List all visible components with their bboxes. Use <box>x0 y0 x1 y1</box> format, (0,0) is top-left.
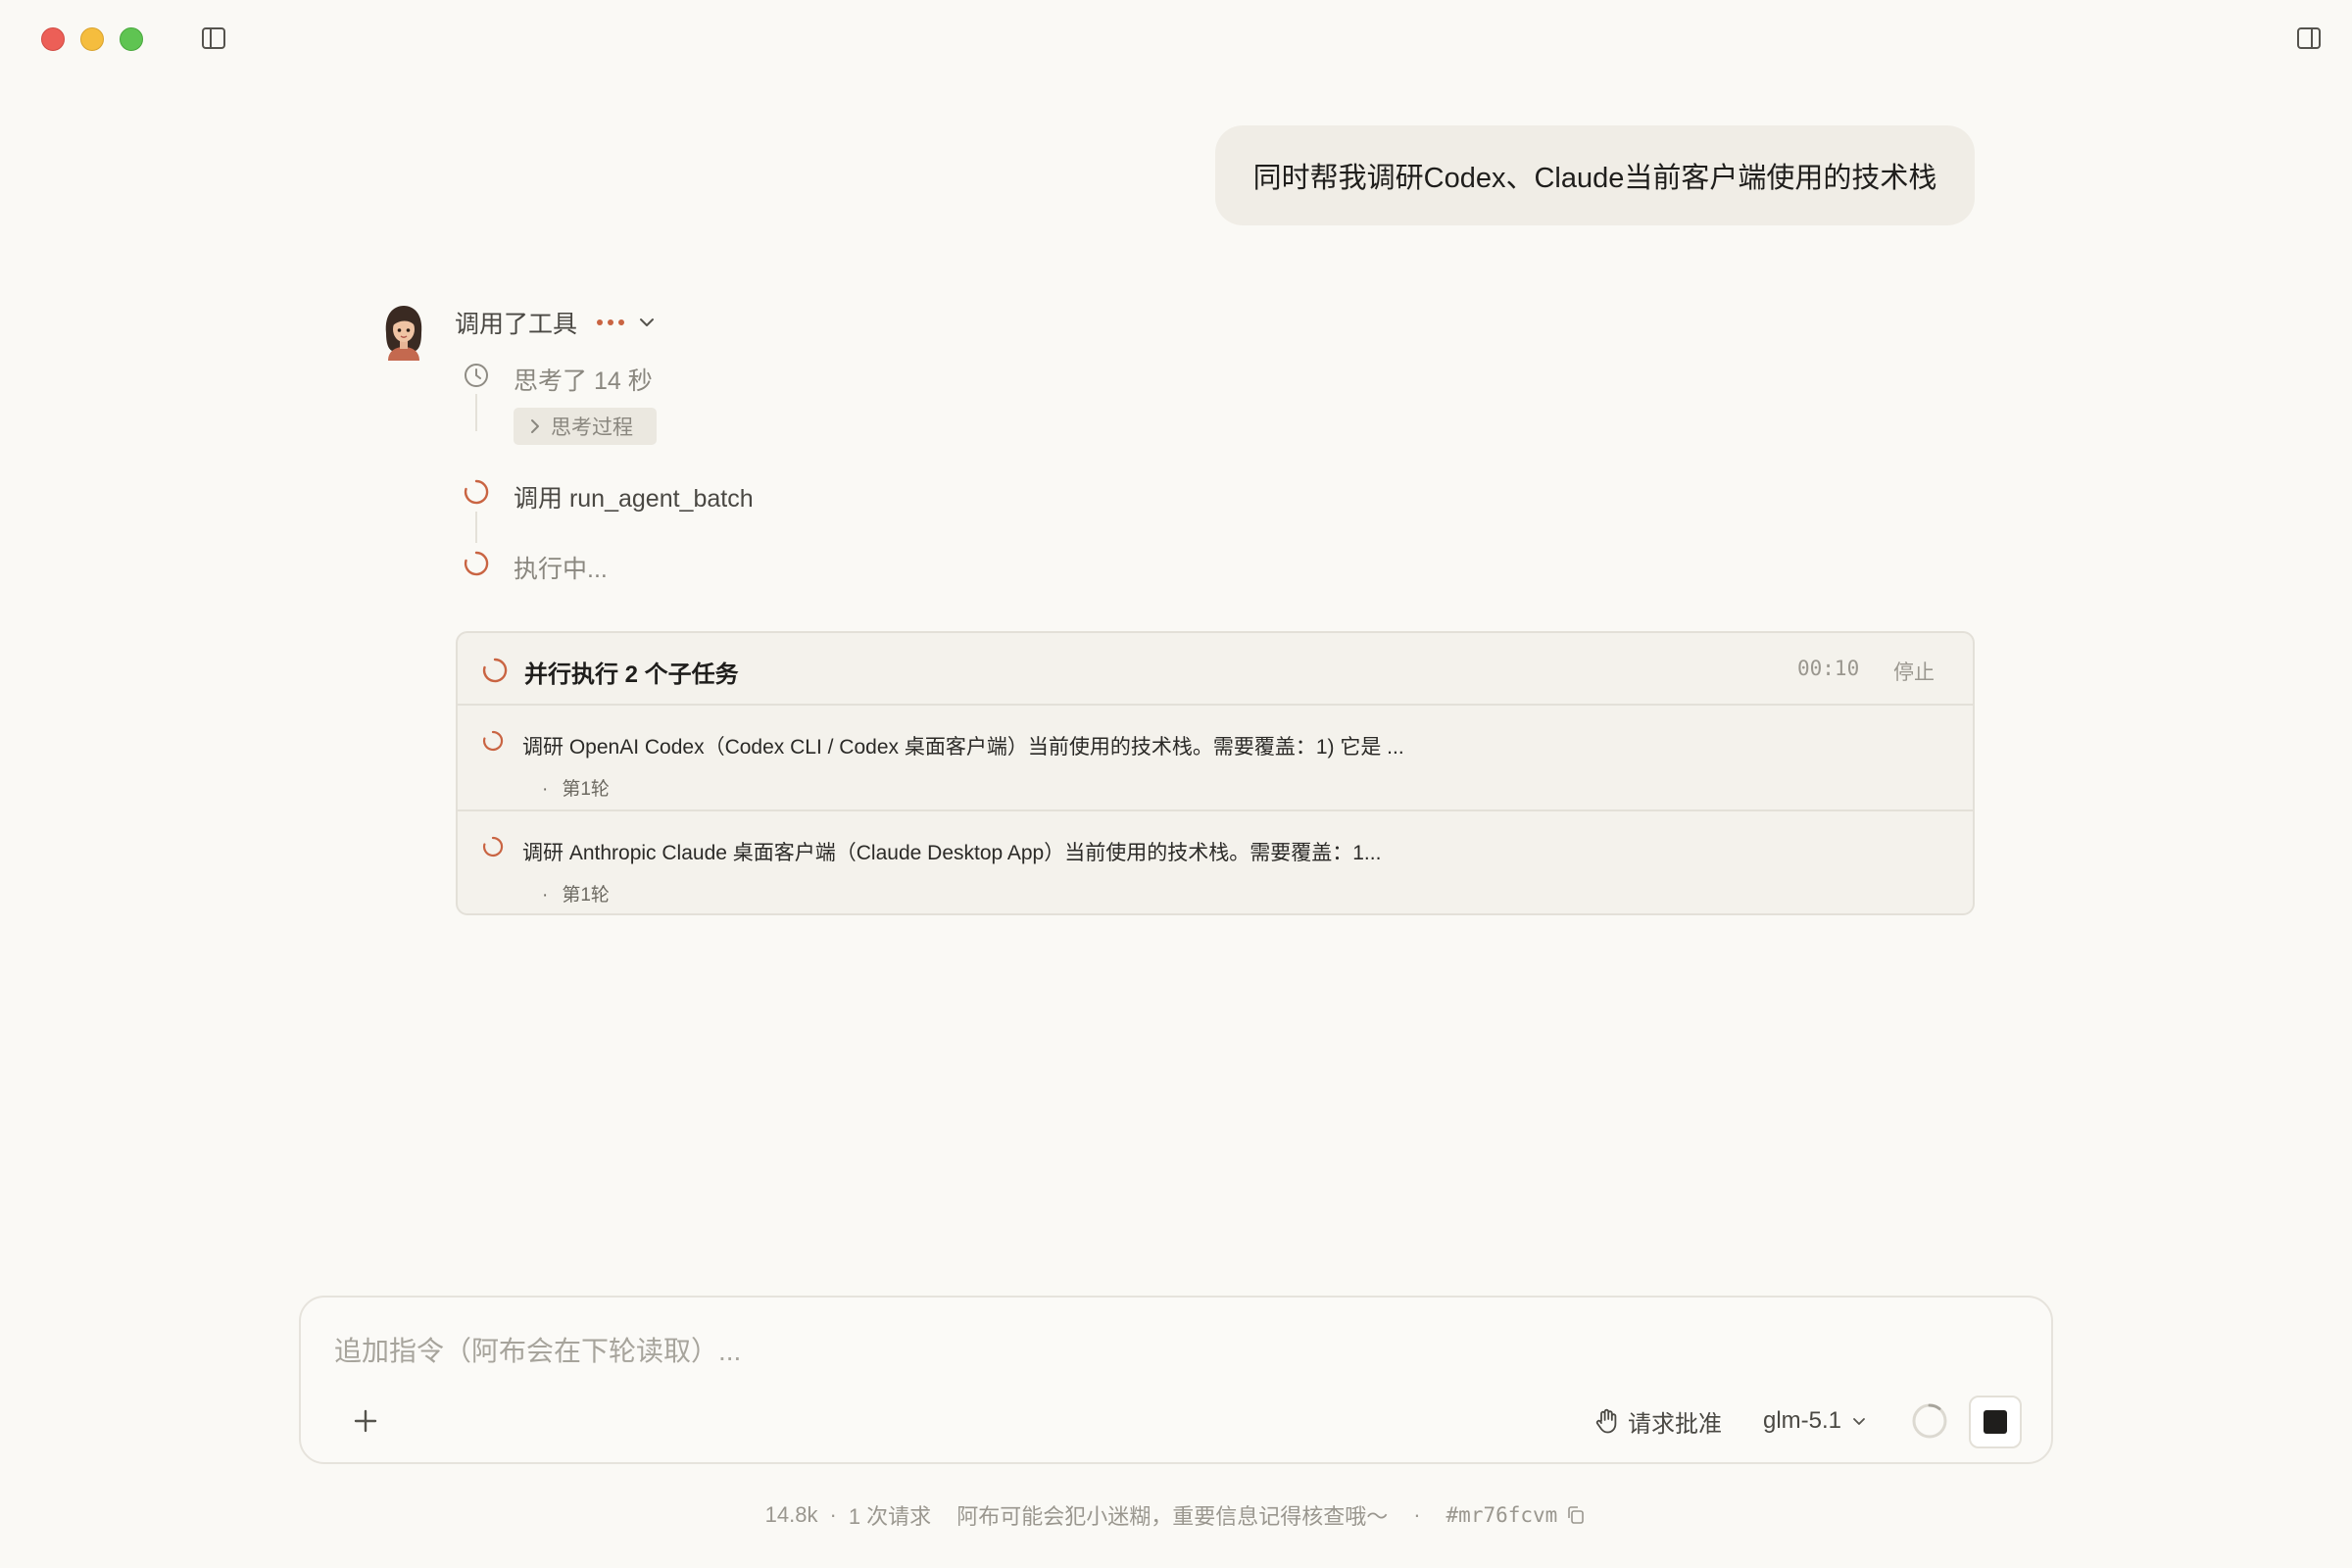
stop-generation-button[interactable] <box>1969 1396 2022 1448</box>
zoom-window-button[interactable] <box>120 27 143 51</box>
right-panel-toggle-icon[interactable] <box>2295 24 2323 52</box>
chevron-down-icon[interactable] <box>636 312 658 333</box>
copy-icon[interactable] <box>1565 1504 1587 1526</box>
stop-tasks-button[interactable]: 停止 <box>1893 657 1935 686</box>
stop-icon <box>1984 1410 2007 1434</box>
parallel-tasks-panel: 并行执行 2 个子任务 00:10 停止 调研 OpenAI Codex（Cod… <box>456 631 1975 915</box>
spinner-icon <box>482 658 508 683</box>
loading-ring-icon <box>1912 1403 1947 1439</box>
spinner-icon <box>464 551 489 576</box>
loading-dots-icon <box>597 319 625 325</box>
followup-instruction-input[interactable] <box>332 1329 2002 1374</box>
session-id: #mr76fcvm <box>1446 1503 1558 1527</box>
thinking-duration: 思考了 14 秒 <box>514 368 653 395</box>
add-attachment-button[interactable] <box>346 1401 385 1441</box>
tool-call-name: 调用 run_agent_batch <box>514 485 754 513</box>
request-approval-label: 请求批准 <box>1628 1410 1722 1438</box>
separator-dot: · <box>829 1502 837 1527</box>
subtask-round: · 第1轮 <box>542 779 610 800</box>
elapsed-timer: 00:10 <box>1797 657 1860 680</box>
timeline-connector <box>475 512 477 543</box>
token-count: 14.8k <box>764 1502 818 1527</box>
spinner-icon <box>482 836 504 858</box>
subtask-round-label: 第1轮 <box>562 885 610 906</box>
thinking-process-toggle[interactable]: 思考过程 <box>514 408 657 445</box>
subtask-round-label: 第1轮 <box>562 779 610 800</box>
panel-header: 并行执行 2 个子任务 00:10 停止 <box>458 633 1973 706</box>
tool-call-header-label: 调用了工具 <box>455 311 578 338</box>
disclaimer-text: 阿布可能会犯小迷糊，重要信息记得核查哦～ <box>956 1504 1389 1529</box>
chevron-right-icon <box>531 419 539 433</box>
tool-call-header[interactable]: 调用了工具 <box>455 305 658 340</box>
close-window-button[interactable] <box>41 27 65 51</box>
sidebar-toggle-icon[interactable] <box>200 24 227 52</box>
minimize-window-button[interactable] <box>80 27 104 51</box>
executing-status: 执行中... <box>514 556 608 583</box>
user-message-text: 同时帮我调研Codex、Claude当前客户端使用的技术栈 <box>1252 163 1937 194</box>
panel-title: 并行执行 2 个子任务 <box>524 662 739 688</box>
spinner-icon <box>482 730 504 752</box>
status-footer: 14.8k · 1 次请求 阿布可能会犯小迷糊，重要信息记得核查哦～ · #mr… <box>0 1499 2352 1531</box>
subtask-row[interactable]: 调研 Anthropic Claude 桌面客户端（Claude Desktop… <box>458 811 1973 913</box>
user-message-bubble: 同时帮我调研Codex、Claude当前客户端使用的技术栈 <box>1215 125 1975 225</box>
assistant-avatar <box>385 306 422 361</box>
model-selector[interactable]: glm-5.1 <box>1763 1401 1867 1441</box>
timeline-connector <box>475 394 477 431</box>
request-approval-button[interactable]: 请求批准 <box>1592 1401 1722 1441</box>
hand-icon <box>1595 1408 1617 1434</box>
message-composer: 请求批准 glm-5.1 <box>299 1296 2053 1464</box>
clock-icon <box>465 364 488 387</box>
window-titlebar <box>0 0 2352 78</box>
subtask-description: 调研 Anthropic Claude 桌面客户端（Claude Desktop… <box>522 842 1382 864</box>
spinner-icon <box>464 479 489 505</box>
subtask-row[interactable]: 调研 OpenAI Codex（Codex CLI / Codex 桌面客户端）… <box>458 706 1973 811</box>
subtask-round: · 第1轮 <box>542 885 610 906</box>
model-name: glm-5.1 <box>1763 1407 1842 1434</box>
request-count: 1 次请求 <box>848 1504 932 1529</box>
thinking-process-label: 思考过程 <box>551 416 633 439</box>
separator-dot: · <box>1413 1502 1421 1527</box>
subtask-description: 调研 OpenAI Codex（Codex CLI / Codex 桌面客户端）… <box>522 736 1404 759</box>
chevron-down-icon <box>1853 1418 1865 1425</box>
